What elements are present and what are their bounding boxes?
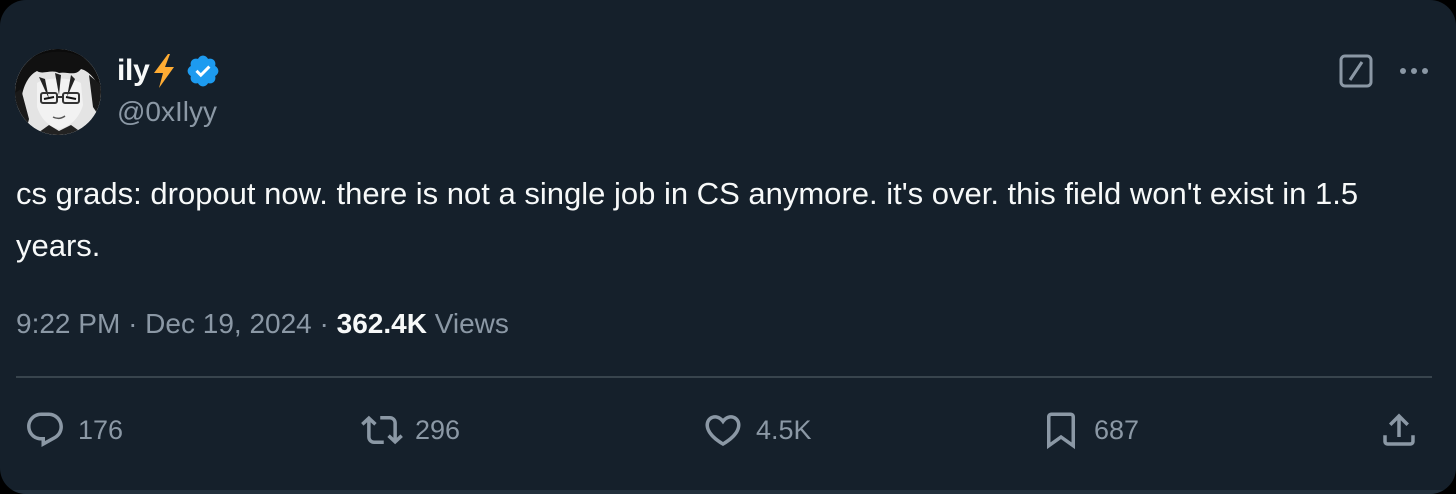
reply-button[interactable]: 176 [24,408,123,452]
views-count[interactable]: 362.4K [337,308,427,340]
reply-icon[interactable] [24,409,66,451]
views-label[interactable]: Views [435,308,509,340]
bookmark-count: 687 [1094,414,1140,445]
tweet-date[interactable]: Dec 19, 2024 [145,308,312,340]
bookmark-icon[interactable] [1040,409,1082,451]
retweet-count: 296 [415,414,461,445]
avatar[interactable] [15,49,101,135]
lightning-bolt-icon [151,53,177,89]
author-handle[interactable]: @0xIlyy [117,96,217,128]
tweet-meta: 9:22 PM · Dec 19, 2024 · 362.4K Views [16,304,509,344]
like-count: 4.5K [756,414,812,445]
meta-separator: · [319,308,329,339]
tweet-text: cs grads: dropout now. there is not a si… [16,176,1367,263]
verified-badge-icon[interactable] [185,53,221,89]
divider [16,376,1432,378]
grok-icon[interactable] [1338,53,1374,89]
retweet-button[interactable]: 296 [361,408,460,452]
bookmark-button[interactable]: 687 [1040,408,1139,452]
author-display-name[interactable]: ily [117,54,150,88]
reply-count: 176 [78,414,124,445]
author-name-row[interactable]: ily [117,52,221,90]
tweet-card: ily @0xIlyy cs grads: dropout now. there… [0,0,1456,494]
share-icon[interactable] [1378,409,1420,451]
more-dots-icon[interactable] [1396,53,1432,89]
retweet-icon[interactable] [361,409,403,451]
like-button[interactable]: 4.5K [702,408,812,452]
heart-icon[interactable] [702,409,744,451]
tweet-time[interactable]: 9:22 PM [16,308,120,340]
bottom-divider [0,490,1456,494]
meta-separator: · [128,308,138,339]
share-button[interactable] [1378,408,1420,452]
